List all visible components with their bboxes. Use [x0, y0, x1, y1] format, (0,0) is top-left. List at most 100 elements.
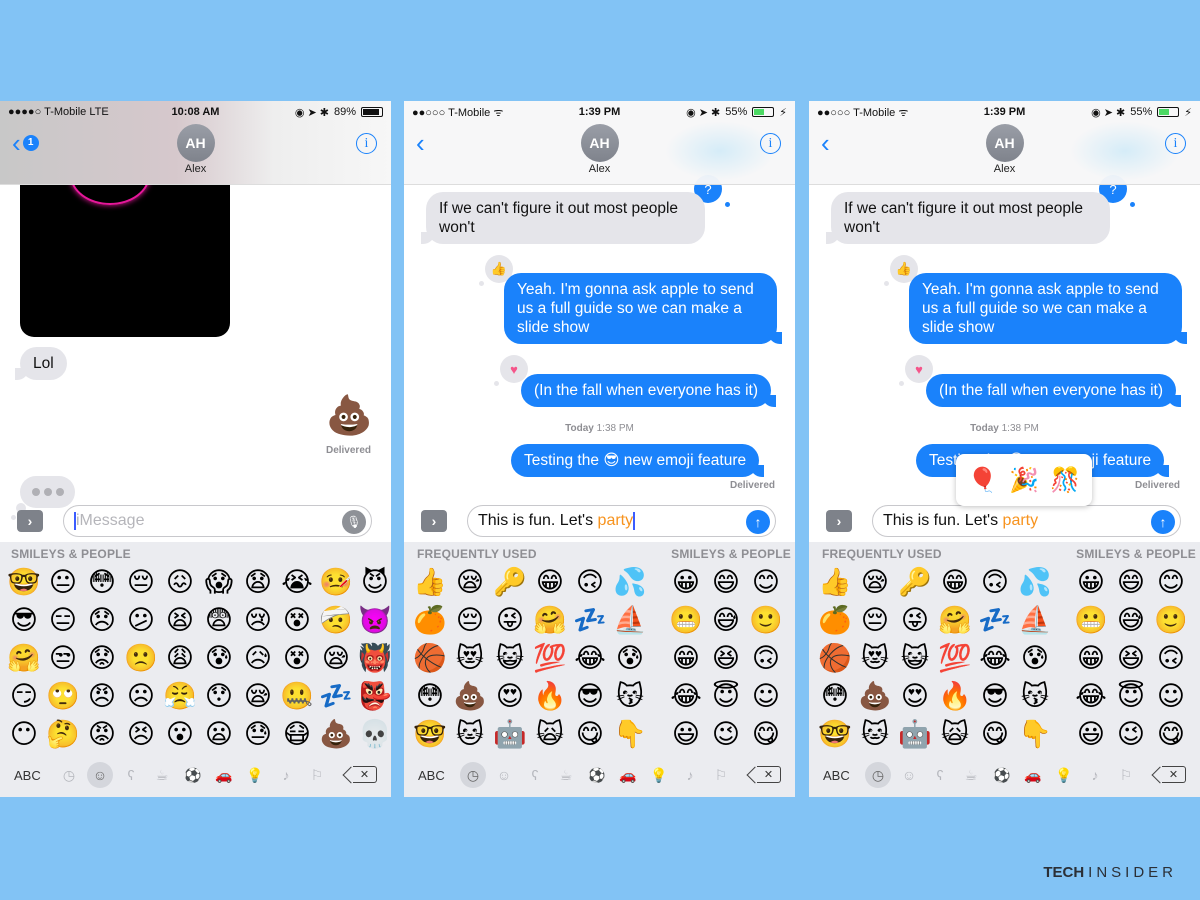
emoji-key[interactable]: 😂	[667, 678, 705, 716]
emoji-key[interactable]: 😰	[200, 640, 238, 678]
emoji-key[interactable]: 😷	[278, 716, 316, 754]
emoji-key[interactable]: 😆	[707, 640, 745, 678]
car-icon[interactable]: 🚗	[1020, 762, 1046, 788]
abc-button[interactable]: ABC	[823, 768, 850, 783]
message-bubble-incoming[interactable]: If we can't figure it out most people wo…	[421, 192, 705, 244]
emoji-key[interactable]: 💩	[317, 716, 355, 754]
emoji-key[interactable]: 😪	[451, 564, 489, 602]
apps-expand-button[interactable]: ›	[421, 510, 447, 532]
emoji-key[interactable]: 😎	[571, 678, 609, 716]
message-bubble-outgoing[interactable]: Yeah. I'm gonna ask apple to send us a f…	[909, 273, 1187, 344]
emoji-key[interactable]: 😁	[667, 640, 705, 678]
bear-icon[interactable]: ʕ	[522, 762, 548, 788]
emoji-key[interactable]: 😳	[816, 678, 854, 716]
emoji-key[interactable]: 🤓	[411, 716, 449, 754]
info-button[interactable]: i	[1165, 133, 1186, 154]
food-icon[interactable]: ☕	[149, 762, 175, 788]
emoji-key[interactable]: 🙂	[747, 602, 785, 640]
emoji-key[interactable]: 😰	[611, 640, 649, 678]
emoji-key[interactable]: 🍊	[411, 602, 449, 640]
emoji-key[interactable]: 😔	[122, 564, 160, 602]
emoji-key[interactable]: 🙂	[1152, 602, 1190, 640]
emoji-key[interactable]: 😤	[161, 678, 199, 716]
emoji-key[interactable]: 😻	[451, 640, 489, 678]
emoji-key[interactable]: 😄	[1112, 564, 1150, 602]
clock-icon[interactable]: ◷	[460, 762, 486, 788]
emoji-key[interactable]: 😁	[531, 564, 569, 602]
emoji-key[interactable]: 😔	[856, 602, 894, 640]
ball-icon[interactable]: ⚽	[584, 762, 610, 788]
emoji-key[interactable]: 👇	[1016, 716, 1054, 754]
emoji-key[interactable]: 🤓	[816, 716, 854, 754]
emoji-key[interactable]: 😪	[239, 678, 277, 716]
emoji-key[interactable]: 💯	[531, 640, 569, 678]
emoji-key[interactable]: 😬	[667, 602, 705, 640]
flag-icon[interactable]: ⚐	[708, 762, 734, 788]
emoji-key[interactable]: 😳	[83, 564, 121, 602]
emoji-key[interactable]: 😢	[239, 602, 277, 640]
emoji-key[interactable]: 😱	[200, 564, 238, 602]
smiley-icon[interactable]: ☺	[491, 762, 517, 788]
emoji-key[interactable]: 🤖	[896, 716, 934, 754]
message-bubble-outgoing[interactable]: Testing the 😎 new emoji feature	[511, 444, 765, 477]
delete-icon[interactable]: ✕	[1162, 766, 1186, 783]
emoji-key[interactable]: 😣	[122, 716, 160, 754]
emoji-key[interactable]: ☹	[122, 678, 160, 716]
emoji-key[interactable]: 😒	[44, 640, 82, 678]
emoji-key[interactable]: 😩	[161, 640, 199, 678]
emoji-key[interactable]: 😧	[239, 564, 277, 602]
emoji-key[interactable]: 😺	[491, 640, 529, 678]
emoji-key[interactable]: 😽	[1016, 678, 1054, 716]
emoji-key[interactable]: 😓	[239, 716, 277, 754]
smiley-icon[interactable]: ☺	[896, 762, 922, 788]
emoji-key[interactable]: 😎	[5, 602, 43, 640]
emoji-key[interactable]: 😽	[611, 678, 649, 716]
emoji-key[interactable]: ⛵	[611, 602, 649, 640]
symbols-icon[interactable]: ♪	[1082, 762, 1108, 788]
emoji-key[interactable]: 😆	[1112, 640, 1150, 678]
ball-icon[interactable]: ⚽	[180, 762, 206, 788]
clock-icon[interactable]: ◷	[865, 762, 891, 788]
emoji-key[interactable]: 😂	[976, 640, 1014, 678]
balloon-suggestion[interactable]: 🎈	[968, 466, 998, 494]
emoji-key[interactable]: 😉	[707, 716, 745, 754]
symbols-icon[interactable]: ♪	[677, 762, 703, 788]
microphone-icon[interactable]: 🎙	[342, 510, 366, 534]
emoji-key[interactable]: 😶	[5, 716, 43, 754]
emoji-key[interactable]: 😉	[1112, 716, 1150, 754]
emoji-key[interactable]: 💩	[451, 678, 489, 716]
contact-name[interactable]: Alex	[404, 163, 795, 175]
emoji-key[interactable]: 🔥	[936, 678, 974, 716]
bulb-icon[interactable]: 💡	[1051, 762, 1077, 788]
message-bubble-outgoing[interactable]: (In the fall when everyone has it)	[521, 374, 777, 407]
send-button[interactable]: ↑	[746, 510, 770, 534]
emoji-key[interactable]: 😅	[1112, 602, 1150, 640]
emoji-key[interactable]: 😁	[936, 564, 974, 602]
abc-button[interactable]: ABC	[14, 768, 41, 783]
emoji-key[interactable]: 😋	[571, 716, 609, 754]
emoji-key[interactable]: 💤	[571, 602, 609, 640]
emoji-key[interactable]: 🤐	[278, 678, 316, 716]
message-input[interactable]: This is fun. Let's party ↑	[872, 505, 1181, 537]
emoji-key[interactable]: 🙃	[976, 564, 1014, 602]
flag-icon[interactable]: ⚐	[304, 762, 330, 788]
emoji-key[interactable]: 🍊	[816, 602, 854, 640]
highlighted-word[interactable]: party	[1003, 512, 1039, 530]
emoji-key[interactable]: 🔥	[531, 678, 569, 716]
emoji-key[interactable]: 🙄	[44, 678, 82, 716]
message-input[interactable]: This is fun. Let's party ↑	[467, 505, 776, 537]
emoji-key[interactable]: 😞	[83, 602, 121, 640]
contact-name[interactable]: Alex	[0, 163, 391, 175]
abc-button[interactable]: ABC	[418, 768, 445, 783]
emoji-key[interactable]: 😥	[239, 640, 277, 678]
emoji-key[interactable]: 🤗	[936, 602, 974, 640]
emoji-key[interactable]: 😀	[667, 564, 705, 602]
emoji-key[interactable]: 💯	[936, 640, 974, 678]
emoji-key[interactable]: 🤖	[491, 716, 529, 754]
delete-icon[interactable]: ✕	[757, 766, 781, 783]
emoji-key[interactable]: 🤗	[5, 640, 43, 678]
emoji-key[interactable]: 😃	[667, 716, 705, 754]
emoji-key[interactable]: 👿	[356, 602, 391, 640]
car-icon[interactable]: 🚗	[615, 762, 641, 788]
emoji-key[interactable]: 😇	[707, 678, 745, 716]
